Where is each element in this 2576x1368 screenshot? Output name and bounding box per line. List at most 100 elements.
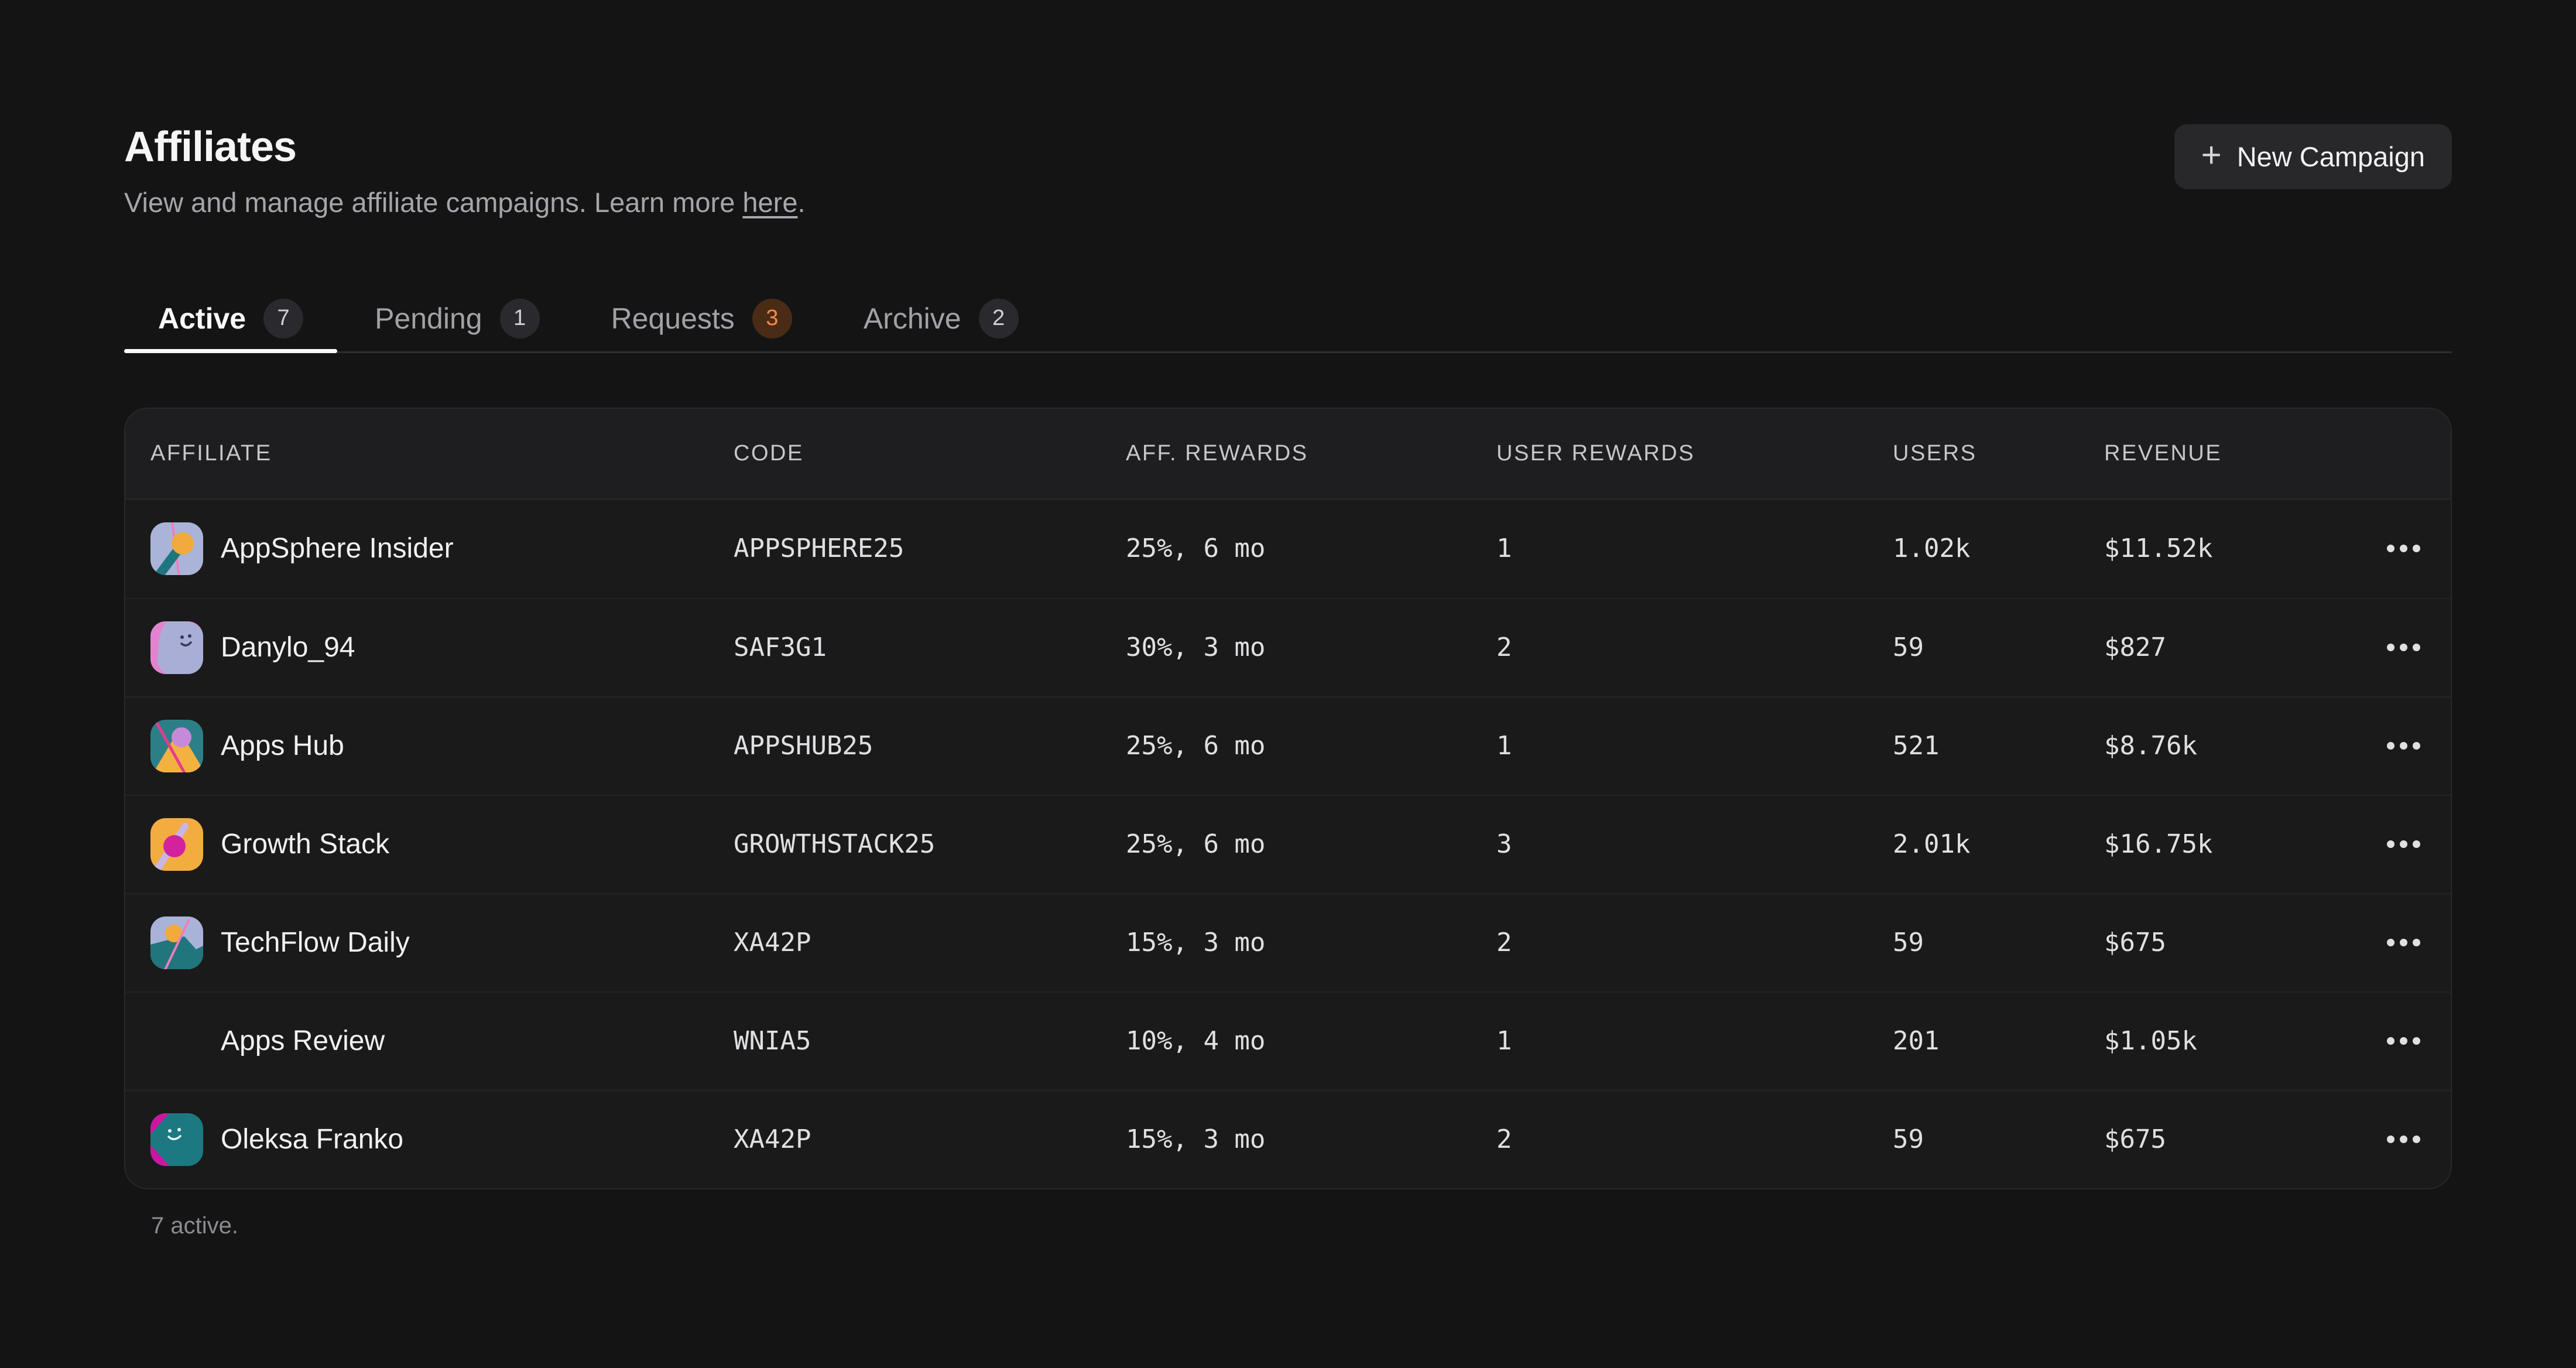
ellipsis-icon <box>2387 644 2395 651</box>
affiliate-cell: Apps Review <box>125 1015 734 1068</box>
new-campaign-button[interactable]: + New Campaign <box>2174 124 2452 189</box>
aff-rewards-cell: 25%, 6 mo <box>1126 533 1496 563</box>
affiliate-name: Danylo_94 <box>221 631 355 664</box>
tab-bar: Active 7 Pending 1 Requests 3 Archive 2 <box>124 286 2452 353</box>
affiliate-cell: Danylo_94 <box>125 621 734 674</box>
column-header-aff-rewards: AFF. REWARDS <box>1126 441 1496 466</box>
users-cell: 2.01k <box>1893 829 2104 859</box>
column-header-user-rewards: USER REWARDS <box>1496 441 1893 466</box>
code-cell: XA42P <box>734 928 1126 957</box>
tab-requests[interactable]: Requests 3 <box>577 286 826 351</box>
users-cell: 59 <box>1893 1124 2104 1154</box>
revenue-cell: $827 <box>2104 632 2356 662</box>
column-header-users: USERS <box>1893 441 2104 466</box>
row-menu-button[interactable] <box>2356 1091 2451 1188</box>
affiliate-cell: AppSphere Insider <box>125 522 734 575</box>
ellipsis-icon <box>2387 939 2395 946</box>
user-rewards-cell: 2 <box>1496 632 1893 662</box>
table-row[interactable]: Apps Hub APPSHUB25 25%, 6 mo 1 521 $8.76… <box>125 696 2451 795</box>
subtitle-text: View and manage affiliate campaigns. Lea… <box>124 187 742 218</box>
ellipsis-icon <box>2387 742 2395 750</box>
affiliates-table: AFFILIATE CODE AFF. REWARDS USER REWARDS… <box>124 408 2452 1189</box>
tab-label: Pending <box>375 302 482 336</box>
affiliate-avatar-danylo-icon <box>150 621 203 674</box>
tab-archive[interactable]: Archive 2 <box>830 286 1053 351</box>
revenue-cell: $1.05k <box>2104 1026 2356 1056</box>
aff-rewards-cell: 15%, 3 mo <box>1126 1124 1496 1154</box>
affiliate-avatar-growthstack-icon <box>150 818 203 871</box>
user-rewards-cell: 2 <box>1496 1124 1893 1154</box>
page-subtitle: View and manage affiliate campaigns. Lea… <box>124 186 806 220</box>
users-cell: 1.02k <box>1893 533 2104 563</box>
revenue-cell: $16.75k <box>2104 829 2356 859</box>
table-footer: 7 active. <box>151 1213 2452 1239</box>
table-row[interactable]: Danylo_94 SAF3G1 30%, 3 mo 2 59 $827 <box>125 598 2451 696</box>
tab-label: Requests <box>611 302 735 336</box>
table-row[interactable]: Growth Stack GROWTHSTACK25 25%, 6 mo 3 2… <box>125 795 2451 893</box>
ellipsis-icon <box>2387 1037 2395 1045</box>
row-menu-button[interactable] <box>2356 500 2451 598</box>
affiliate-cell: Oleksa Franko <box>125 1113 734 1166</box>
ellipsis-icon <box>2387 1136 2395 1143</box>
code-cell: WNIA5 <box>734 1026 1126 1056</box>
affiliate-cell: TechFlow Daily <box>125 916 734 969</box>
row-menu-button[interactable] <box>2356 894 2451 991</box>
new-campaign-label: New Campaign <box>2237 141 2425 173</box>
code-cell: SAF3G1 <box>734 632 1126 662</box>
code-cell: APPSPHERE25 <box>734 533 1126 563</box>
table-row[interactable]: TechFlow Daily XA42P 15%, 3 mo 2 59 $675 <box>125 893 2451 991</box>
aff-rewards-cell: 10%, 4 mo <box>1126 1026 1496 1056</box>
code-cell: GROWTHSTACK25 <box>734 829 1126 859</box>
user-rewards-cell: 2 <box>1496 928 1893 957</box>
users-cell: 59 <box>1893 928 2104 957</box>
revenue-cell: $11.52k <box>2104 533 2356 563</box>
users-cell: 59 <box>1893 632 2104 662</box>
code-cell: APPSHUB25 <box>734 731 1126 761</box>
affiliate-cell: Apps Hub <box>125 720 734 772</box>
revenue-cell: $675 <box>2104 1124 2356 1154</box>
tab-count-badge: 3 <box>752 299 792 338</box>
page-title: Affiliates <box>124 124 806 170</box>
tab-label: Archive <box>864 302 961 336</box>
tab-count-badge: 2 <box>979 299 1019 338</box>
user-rewards-cell: 1 <box>1496 1026 1893 1056</box>
affiliate-name: Growth Stack <box>221 828 389 860</box>
table-header-row: AFFILIATE CODE AFF. REWARDS USER REWARDS… <box>125 409 2451 500</box>
affiliate-avatar-oleksa-icon <box>150 1113 203 1166</box>
page-header: Affiliates View and manage affiliate cam… <box>124 124 2452 220</box>
row-menu-button[interactable] <box>2356 796 2451 893</box>
aff-rewards-cell: 15%, 3 mo <box>1126 928 1496 957</box>
tab-count-badge: 1 <box>500 299 540 338</box>
revenue-cell: $675 <box>2104 928 2356 957</box>
ellipsis-icon <box>2387 840 2395 848</box>
affiliate-name: AppSphere Insider <box>221 532 454 565</box>
ellipsis-icon <box>2387 545 2395 552</box>
code-cell: XA42P <box>734 1124 1126 1154</box>
affiliate-avatar-techflow-icon <box>150 916 203 969</box>
user-rewards-cell: 1 <box>1496 533 1893 563</box>
affiliate-name: Oleksa Franko <box>221 1123 403 1155</box>
row-menu-button[interactable] <box>2356 697 2451 795</box>
affiliates-page: Affiliates View and manage affiliate cam… <box>124 124 2452 1239</box>
users-cell: 521 <box>1893 731 2104 761</box>
plus-icon: + <box>2201 138 2222 173</box>
learn-more-link[interactable]: here <box>742 187 797 218</box>
tab-active[interactable]: Active 7 <box>124 286 337 351</box>
table-row[interactable]: Oleksa Franko XA42P 15%, 3 mo 2 59 $675 <box>125 1090 2451 1188</box>
subtitle-period: . <box>797 187 805 218</box>
table-body: AppSphere Insider APPSPHERE25 25%, 6 mo … <box>125 500 2451 1188</box>
tab-count-badge: 7 <box>263 299 303 338</box>
affiliate-avatar-appsphere-icon <box>150 522 203 575</box>
table-row[interactable]: Apps Review WNIA5 10%, 4 mo 1 201 $1.05k <box>125 991 2451 1090</box>
row-menu-button[interactable] <box>2356 599 2451 696</box>
table-row[interactable]: AppSphere Insider APPSPHERE25 25%, 6 mo … <box>125 500 2451 598</box>
affiliate-cell: Growth Stack <box>125 818 734 871</box>
row-menu-button[interactable] <box>2356 993 2451 1090</box>
user-rewards-cell: 3 <box>1496 829 1893 859</box>
users-cell: 201 <box>1893 1026 2104 1056</box>
affiliate-name: TechFlow Daily <box>221 926 410 959</box>
aff-rewards-cell: 30%, 3 mo <box>1126 632 1496 662</box>
tab-pending[interactable]: Pending 1 <box>341 286 574 351</box>
aff-rewards-cell: 25%, 6 mo <box>1126 731 1496 761</box>
tab-label: Active <box>158 302 246 336</box>
